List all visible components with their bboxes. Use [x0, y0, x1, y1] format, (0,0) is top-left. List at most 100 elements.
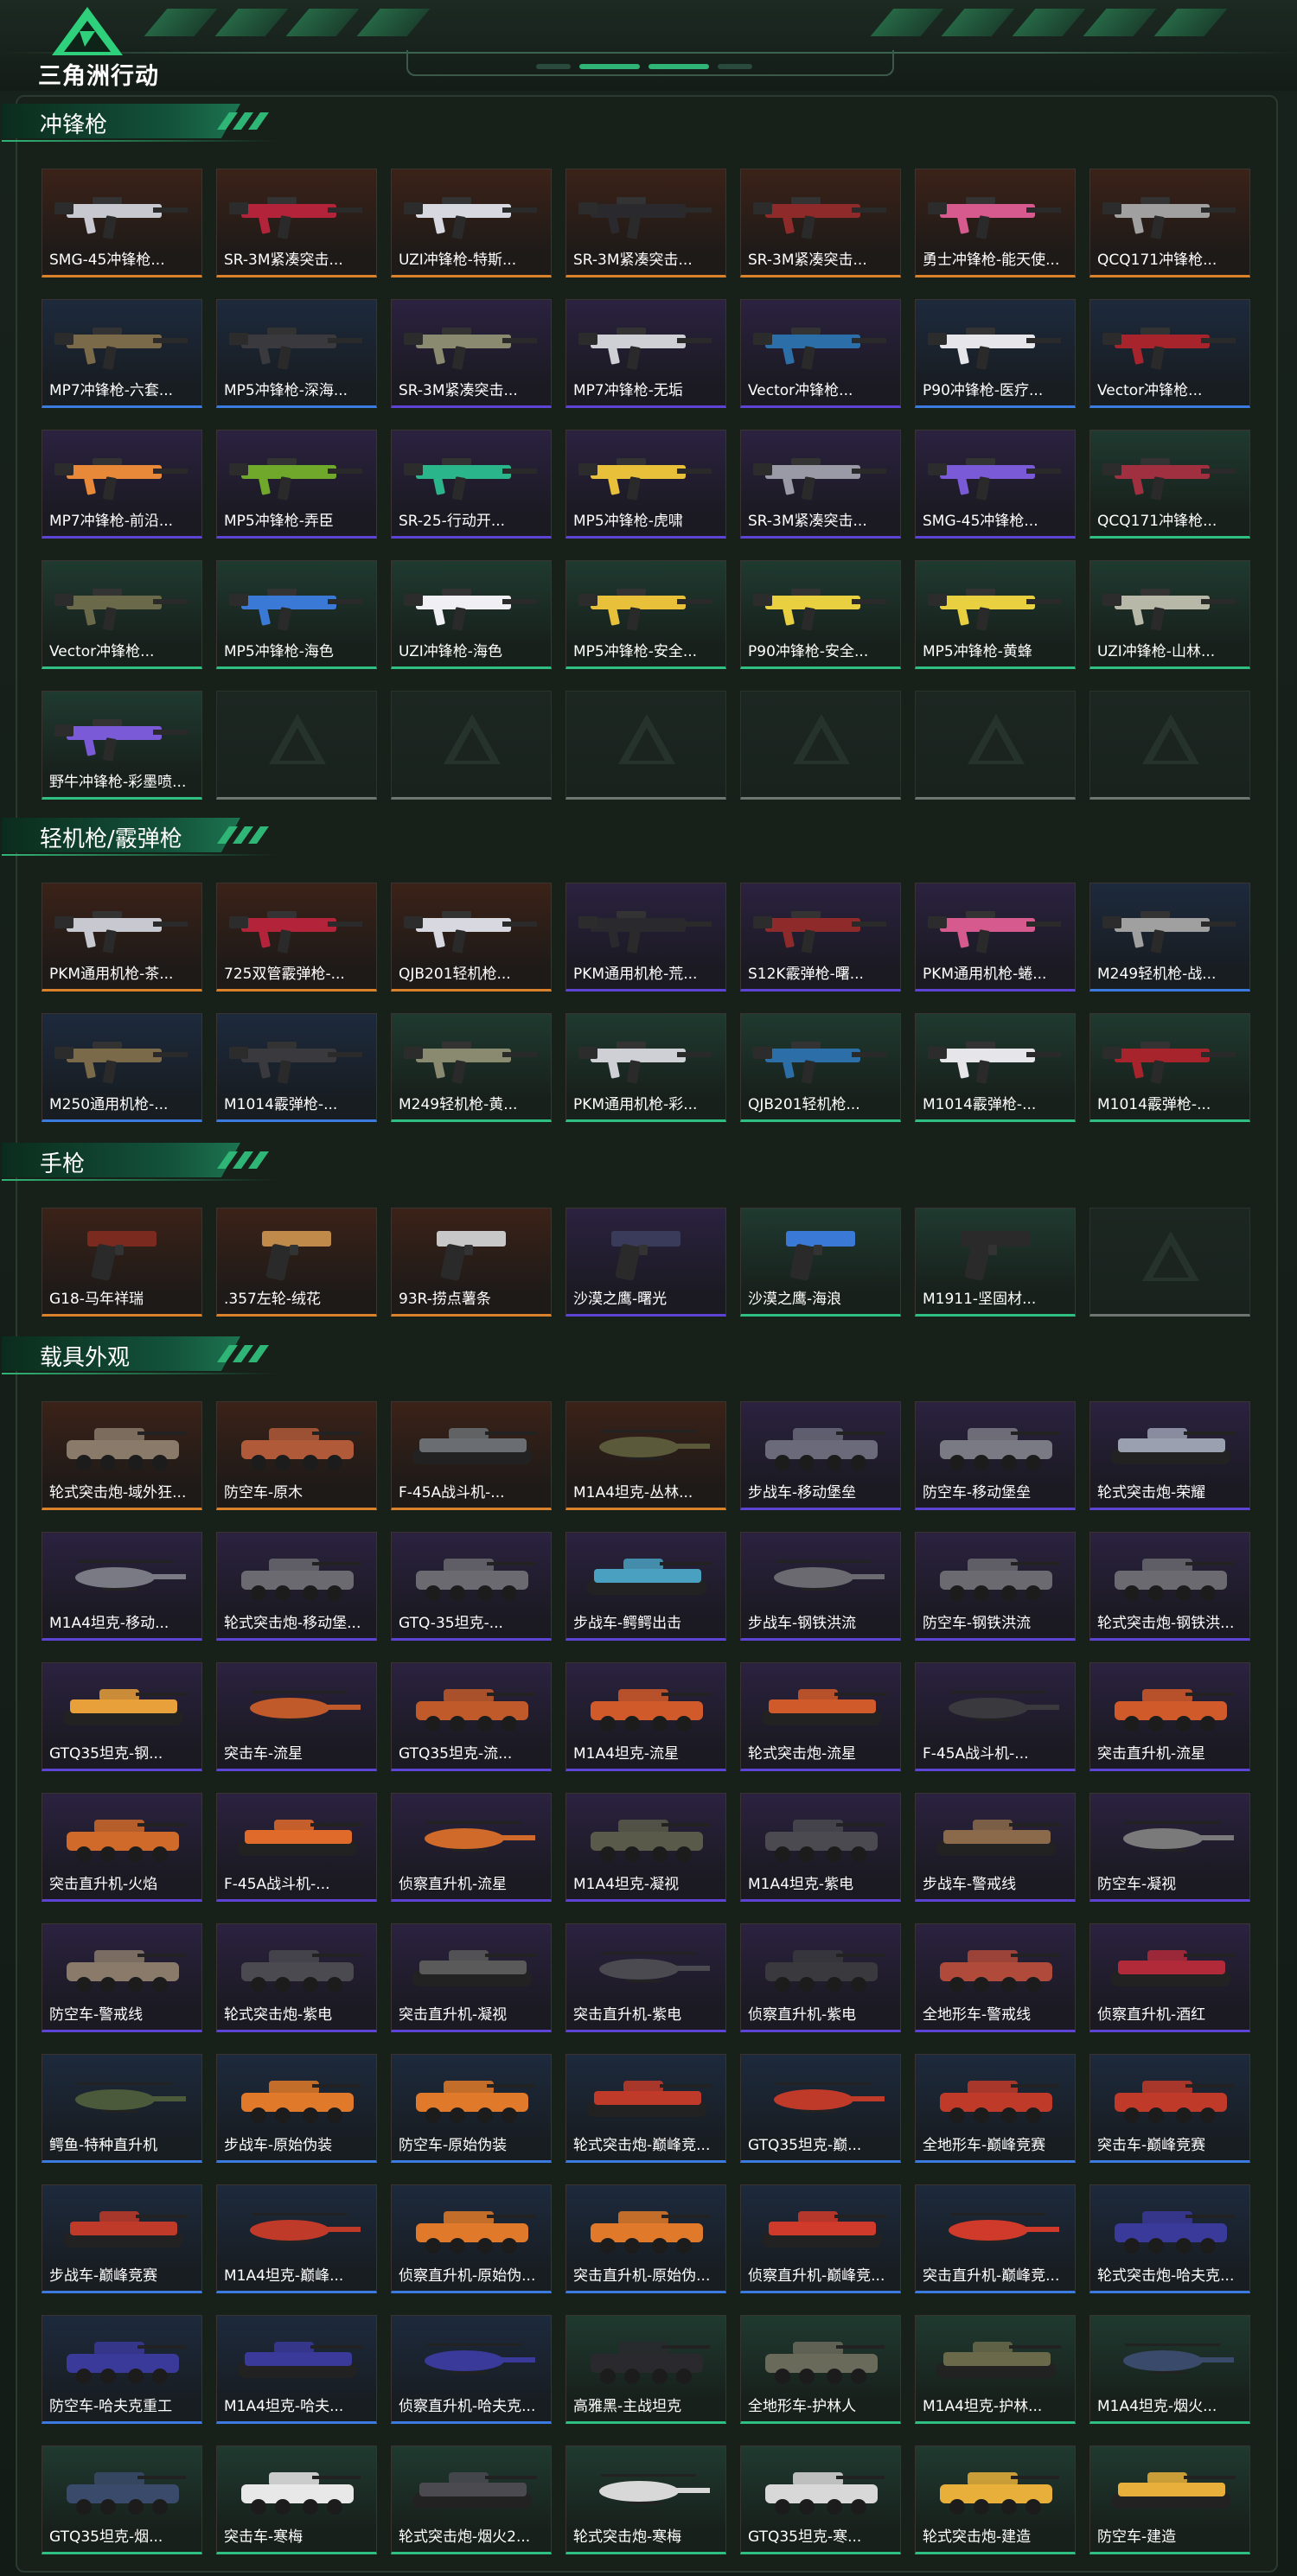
item-card[interactable]: SR-25-行动开... [391, 430, 552, 539]
item-card[interactable]: 轮式突击炮-哈夫克... [1089, 2184, 1250, 2293]
item-card[interactable]: 高雅黑-主战坦克 [565, 2315, 726, 2424]
item-card[interactable]: 侦察直升机-流星 [391, 1793, 552, 1902]
item-card[interactable]: QCQ171冲锋枪... [1089, 430, 1250, 539]
item-card[interactable]: 突击车-巅峰竞赛 [1089, 2054, 1250, 2163]
item-card[interactable]: P90冲锋枪-医疗... [915, 299, 1076, 408]
item-card[interactable]: MP7冲锋枪-六套... [42, 299, 202, 408]
item-card[interactable]: 突击直升机-巅峰竞... [915, 2184, 1076, 2293]
item-card[interactable]: 侦察直升机-紫电 [740, 1923, 901, 2032]
item-card[interactable]: M1911-坚固材... [915, 1208, 1076, 1317]
item-card[interactable]: UZI冲锋枪-山林... [1089, 560, 1250, 669]
item-card[interactable]: 防空车-移动堡垒 [915, 1401, 1076, 1510]
item-card[interactable]: UZI冲锋枪-特斯... [391, 169, 552, 277]
item-card[interactable]: M1014霰弹枪-... [915, 1013, 1076, 1122]
item-card[interactable]: 侦察直升机-酒红 [1089, 1923, 1250, 2032]
item-card[interactable]: M250通用机枪-... [42, 1013, 202, 1122]
item-card[interactable]: 突击车-流星 [216, 1662, 377, 1771]
item-card[interactable]: M249轻机枪-战... [1089, 883, 1250, 992]
item-card[interactable]: SR-3M紧凑突击... [740, 169, 901, 277]
item-card[interactable]: 突击直升机-流星 [1089, 1662, 1250, 1771]
item-card[interactable]: 全地形车-警戒线 [915, 1923, 1076, 2032]
item-card[interactable]: 鳄鱼-特种直升机 [42, 2054, 202, 2163]
item-card[interactable]: 防空车-原始伪装 [391, 2054, 552, 2163]
item-card[interactable]: M249轻机枪-黄... [391, 1013, 552, 1122]
item-card[interactable]: P90冲锋枪-安全... [740, 560, 901, 669]
item-card[interactable]: MP5冲锋枪-虎啸 [565, 430, 726, 539]
item-card[interactable]: PKM通用机枪-蜷... [915, 883, 1076, 992]
item-card[interactable]: M1A4坦克-巅峰... [216, 2184, 377, 2293]
item-card[interactable]: MP5冲锋枪-安全... [565, 560, 726, 669]
item-card[interactable]: GTQ35坦克-烟... [42, 2445, 202, 2554]
item-card[interactable]: M1A4坦克-烟火... [1089, 2315, 1250, 2424]
item-card[interactable]: PKM通用机枪-彩... [565, 1013, 726, 1122]
item-card[interactable]: .357左轮-绒花 [216, 1208, 377, 1317]
item-card[interactable]: M1A4坦克-移动... [42, 1532, 202, 1641]
item-card[interactable]: GTQ35坦克-钢... [42, 1662, 202, 1771]
item-card[interactable]: 步战车-巅峰竞赛 [42, 2184, 202, 2293]
item-card[interactable]: SR-3M紧凑突击... [740, 430, 901, 539]
item-card[interactable]: Vector冲锋枪... [1089, 299, 1250, 408]
item-card[interactable]: PKM通用机枪-茶... [42, 883, 202, 992]
item-card[interactable]: 轮式突击炮-钢铁洪... [1089, 1532, 1250, 1641]
item-card[interactable]: 轮式突击炮-流星 [740, 1662, 901, 1771]
item-card[interactable]: 防空车-哈夫克重工 [42, 2315, 202, 2424]
item-card[interactable]: 轮式突击炮-紫电 [216, 1923, 377, 2032]
item-card[interactable]: 侦察直升机-哈夫克... [391, 2315, 552, 2424]
item-card[interactable]: F-45A战斗机-... [915, 1662, 1076, 1771]
item-card[interactable]: 轮式突击炮-烟火2... [391, 2445, 552, 2554]
item-card[interactable]: F-45A战斗机-... [216, 1793, 377, 1902]
item-card[interactable]: 全地形车-护林人 [740, 2315, 901, 2424]
item-card[interactable]: 轮式突击炮-移动堡... [216, 1532, 377, 1641]
item-card[interactable]: 野牛冲锋枪-彩墨喷... [42, 691, 202, 800]
item-card[interactable]: G18-马年祥瑞 [42, 1208, 202, 1317]
item-card[interactable]: M1A4坦克-流星 [565, 1662, 726, 1771]
item-card[interactable]: QJB201轻机枪... [740, 1013, 901, 1122]
item-card[interactable]: MP7冲锋枪-无垢 [565, 299, 726, 408]
item-card[interactable]: Vector冲锋枪... [740, 299, 901, 408]
item-card[interactable]: 防空车-建造 [1089, 2445, 1250, 2554]
item-card[interactable]: SR-3M紧凑突击... [565, 169, 726, 277]
item-card[interactable]: 93R-捞点薯条 [391, 1208, 552, 1317]
item-card[interactable]: S12K霰弹枪-曙... [740, 883, 901, 992]
item-card[interactable]: M1A4坦克-凝视 [565, 1793, 726, 1902]
item-card[interactable]: M1A4坦克-丛林... [565, 1401, 726, 1510]
item-card[interactable]: UZI冲锋枪-海色 [391, 560, 552, 669]
item-card[interactable]: GTQ35坦克-寒... [740, 2445, 901, 2554]
item-card[interactable]: 防空车-钢铁洪流 [915, 1532, 1076, 1641]
item-card[interactable]: 轮式突击炮-荣耀 [1089, 1401, 1250, 1510]
item-card[interactable]: SMG-45冲锋枪... [42, 169, 202, 277]
item-card[interactable]: GTQ35坦克-流... [391, 1662, 552, 1771]
item-card[interactable]: 步战车-原始伪装 [216, 2054, 377, 2163]
item-card[interactable]: 全地形车-巅峰竞赛 [915, 2054, 1076, 2163]
item-card[interactable]: 轮式突击炮-域外狂... [42, 1401, 202, 1510]
item-card[interactable]: 突击直升机-原始伪... [565, 2184, 726, 2293]
item-card[interactable]: 步战车-移动堡垒 [740, 1401, 901, 1510]
item-card[interactable]: 725双管霰弹枪-... [216, 883, 377, 992]
item-card[interactable]: MP5冲锋枪-深海... [216, 299, 377, 408]
item-card[interactable]: 轮式突击炮-建造 [915, 2445, 1076, 2554]
item-card[interactable]: SMG-45冲锋枪... [915, 430, 1076, 539]
item-card[interactable]: 轮式突击炮-巅峰竞... [565, 2054, 726, 2163]
item-card[interactable]: 突击直升机-紫电 [565, 1923, 726, 2032]
item-card[interactable]: 突击直升机-火焰 [42, 1793, 202, 1902]
item-card[interactable]: 沙漠之鹰-海浪 [740, 1208, 901, 1317]
item-card[interactable]: 侦察直升机-原始伪... [391, 2184, 552, 2293]
item-card[interactable]: Vector冲锋枪... [42, 560, 202, 669]
item-card[interactable]: 突击直升机-凝视 [391, 1923, 552, 2032]
item-card[interactable]: PKM通用机枪-荒... [565, 883, 726, 992]
item-card[interactable]: 步战车-警戒线 [915, 1793, 1076, 1902]
item-card[interactable]: 防空车-警戒线 [42, 1923, 202, 2032]
item-card[interactable]: 防空车-原木 [216, 1401, 377, 1510]
item-card[interactable]: GTQ35坦克-巅... [740, 2054, 901, 2163]
item-card[interactable]: MP5冲锋枪-弄臣 [216, 430, 377, 539]
item-card[interactable]: M1014霰弹枪-... [1089, 1013, 1250, 1122]
item-card[interactable]: M1014霰弹枪-... [216, 1013, 377, 1122]
item-card[interactable]: MP5冲锋枪-海色 [216, 560, 377, 669]
item-card[interactable]: 沙漠之鹰-曙光 [565, 1208, 726, 1317]
item-card[interactable]: QJB201轻机枪... [391, 883, 552, 992]
item-card[interactable]: 步战车-鳄鳄出击 [565, 1532, 726, 1641]
item-card[interactable]: 勇士冲锋枪-能天使... [915, 169, 1076, 277]
item-card[interactable]: GTQ-35坦克-... [391, 1532, 552, 1641]
item-card[interactable]: 突击车-寒梅 [216, 2445, 377, 2554]
item-card[interactable]: M1A4坦克-紫电 [740, 1793, 901, 1902]
